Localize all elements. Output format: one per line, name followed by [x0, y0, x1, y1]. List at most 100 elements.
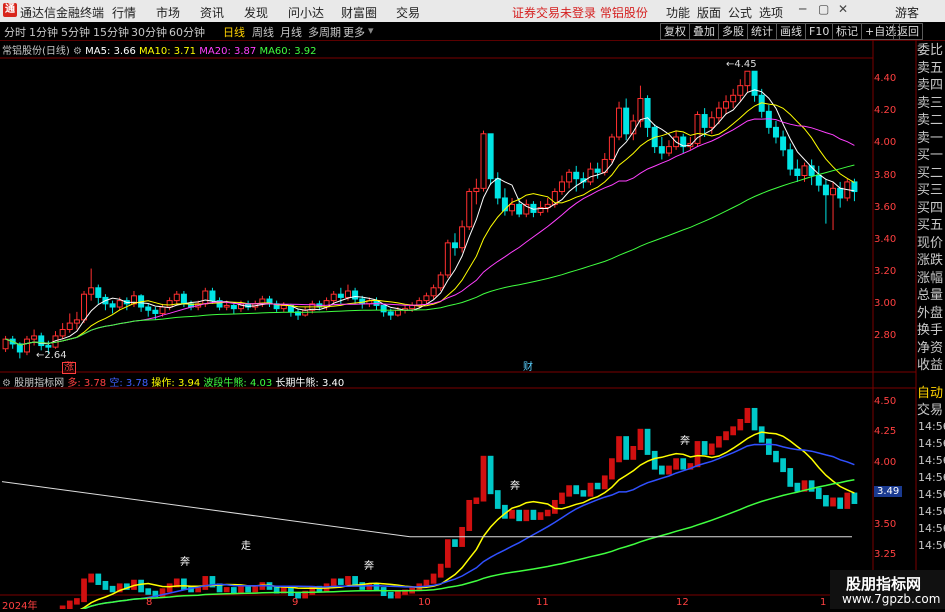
btn-diejia[interactable]: 叠加	[689, 23, 719, 40]
menu-shichang[interactable]: 市场	[156, 4, 180, 21]
candle-body	[138, 295, 145, 308]
candle-body	[751, 70, 758, 96]
candle-body	[166, 300, 173, 308]
indicator-settings-icon[interactable]: ⚙	[2, 378, 11, 389]
candle-body	[266, 298, 273, 305]
stock-title[interactable]: 常铝股份(日线)	[2, 46, 70, 57]
auto-label[interactable]: 自动	[917, 385, 945, 402]
candle-body	[188, 303, 195, 308]
watermark: 股朋指标网 www.7gpzb.com	[830, 570, 945, 609]
indicator-bar	[452, 539, 458, 547]
menu-caifuquan[interactable]: 财富圈	[341, 4, 377, 21]
candle-body	[765, 110, 772, 128]
candle-body	[287, 304, 294, 313]
indicator-bar	[352, 576, 358, 587]
candle-body	[509, 203, 516, 212]
indicator-bar	[430, 573, 437, 584]
indicator-bar	[309, 585, 316, 595]
btn-fanhui[interactable]: 返回	[893, 23, 923, 40]
quote-field-label: 卖五	[917, 60, 944, 76]
signal-zou: 走	[241, 541, 251, 552]
menu-gongshi[interactable]: 公式	[728, 4, 752, 21]
candle-body	[844, 181, 851, 199]
indicator-bar	[330, 578, 337, 588]
candle-body	[59, 329, 66, 337]
indicator-bar	[66, 600, 73, 609]
indicator-bar	[209, 576, 216, 588]
minimize-icon[interactable]: ─	[799, 2, 806, 16]
menu-banmian[interactable]: 版面	[697, 4, 721, 21]
candle-body	[437, 274, 444, 289]
candle-body	[466, 191, 473, 228]
period-60min[interactable]: 60分钟	[169, 24, 205, 40]
menu-faxian[interactable]: 发现	[244, 4, 268, 21]
menu-hangqing[interactable]: 行情	[112, 4, 136, 21]
marker-cai[interactable]: 财	[523, 358, 533, 373]
chevron-down-icon[interactable]: ▾	[368, 24, 374, 37]
candle-body	[830, 187, 837, 196]
btn-tongji[interactable]: 统计	[747, 23, 777, 40]
indicator-bar	[537, 512, 544, 520]
period-week[interactable]: 周线	[252, 24, 274, 40]
indicator-bar	[694, 441, 701, 468]
kline-chart[interactable]	[0, 0, 945, 609]
quote-field-label: 涨幅	[917, 270, 944, 286]
settings-gear-icon[interactable]: ⚙	[73, 46, 82, 57]
ma20-line	[5, 118, 855, 346]
marker-zhang[interactable]: 涨	[62, 362, 76, 374]
period-1min[interactable]: 1分钟	[29, 24, 58, 40]
period-5min[interactable]: 5分钟	[61, 24, 90, 40]
price-tag: 3.49	[874, 486, 903, 497]
ind-changqi-line	[1, 481, 411, 538]
indicator-bar	[416, 583, 423, 592]
y-tick-label: 3.80	[874, 169, 897, 181]
restore-icon[interactable]: ▢	[818, 2, 829, 16]
app-name: 通达信金融终端	[20, 6, 105, 20]
indicator-bar	[730, 426, 737, 436]
btn-biaoji[interactable]: 标记	[832, 23, 862, 40]
period-fenshi[interactable]: 分时	[4, 24, 26, 40]
btn-huaxian[interactable]: 画线	[776, 23, 806, 40]
menu-zixun[interactable]: 资讯	[200, 4, 224, 21]
quote-field-label: 委比	[917, 43, 944, 58]
trade-login-notice[interactable]: 证券交易未登录 常铝股份	[512, 4, 648, 21]
menu-gongneng[interactable]: 功能	[666, 4, 690, 21]
candle-body	[651, 126, 658, 148]
candle-body	[822, 184, 829, 196]
btn-f10[interactable]: F10	[805, 23, 834, 40]
candle-body	[530, 203, 537, 213]
auto-trade-panel: 自动 交易	[917, 385, 945, 419]
btn-fuquan[interactable]: 复权	[660, 23, 690, 40]
menu-jiaoyi[interactable]: 交易	[396, 4, 420, 21]
candle-body	[373, 300, 380, 306]
trade-label[interactable]: 交易	[917, 402, 945, 419]
candle-body	[295, 311, 302, 316]
candle-body	[451, 242, 458, 249]
candle-body	[516, 203, 523, 215]
candles-group	[2, 70, 858, 359]
btn-duogu[interactable]: 多股	[718, 23, 748, 40]
period-month[interactable]: 月线	[280, 24, 302, 40]
candle-body	[152, 309, 159, 314]
menu-wenxiaoda[interactable]: 问小达	[288, 4, 324, 21]
indicator-bar	[402, 589, 408, 595]
user-guest[interactable]: 游客	[895, 4, 919, 21]
period-30min[interactable]: 30分钟	[131, 24, 167, 40]
period-more[interactable]: 更多	[343, 24, 365, 40]
menu-xuanxiang[interactable]: 选项	[759, 4, 783, 21]
candle-body	[195, 303, 202, 308]
candle-body	[558, 181, 565, 193]
indicator-bar	[808, 480, 815, 492]
indicator-bar	[202, 576, 209, 590]
period-multi[interactable]: 多周期	[308, 24, 341, 40]
candle-body	[409, 304, 416, 310]
candle-body	[587, 168, 594, 183]
period-15min[interactable]: 15分钟	[93, 24, 129, 40]
ind-kong-line	[81, 443, 855, 609]
period-day[interactable]: 日线	[223, 24, 245, 40]
quote-field-label: 买二	[917, 165, 944, 181]
trade-time: 14:56	[918, 488, 945, 501]
indicator-title[interactable]: 股朋指标网	[14, 378, 64, 389]
candle-body	[523, 203, 530, 215]
close-icon[interactable]: ✕	[838, 2, 848, 16]
